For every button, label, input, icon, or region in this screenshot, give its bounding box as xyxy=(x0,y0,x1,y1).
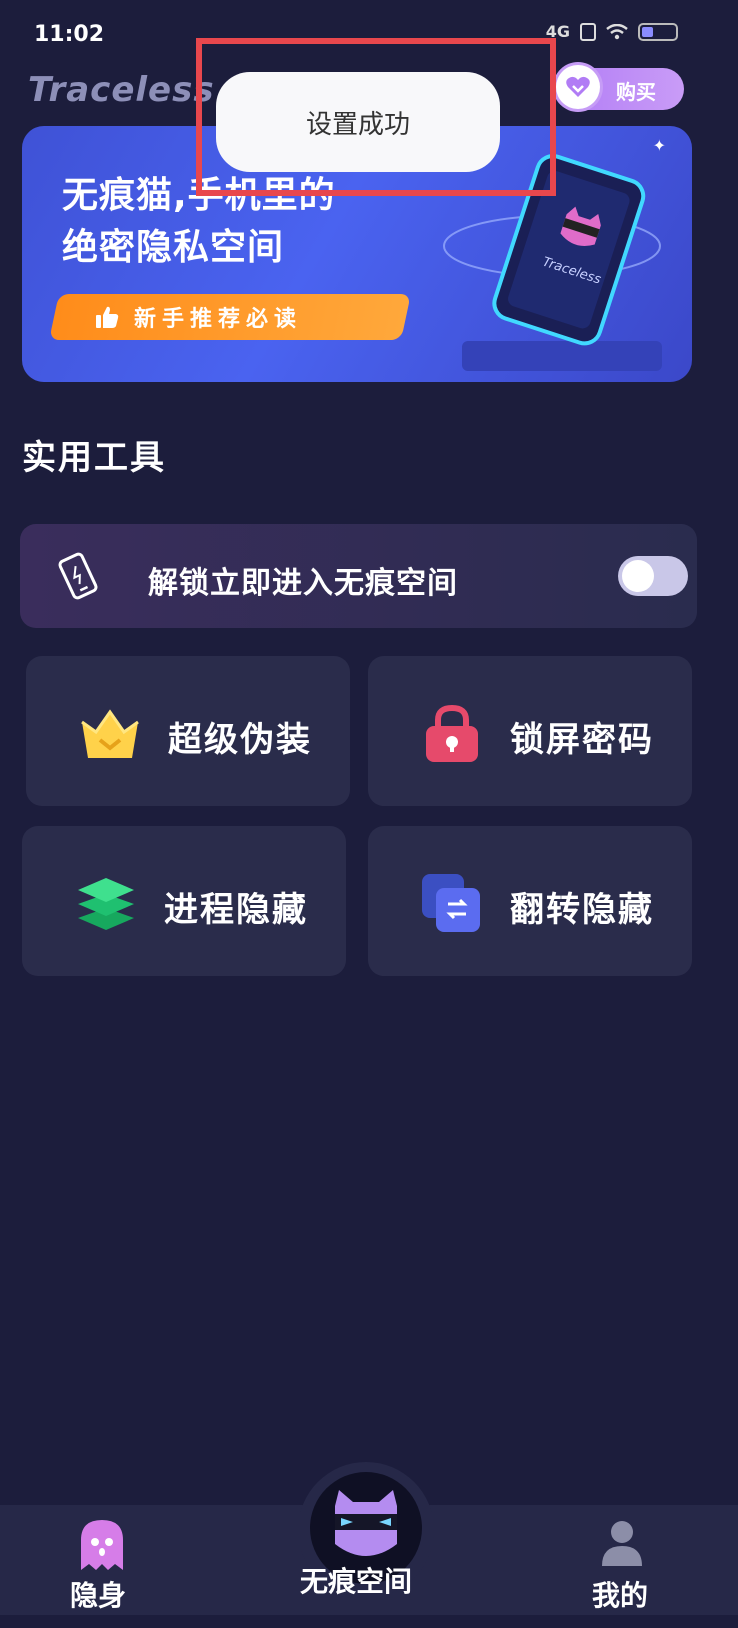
battery-icon xyxy=(638,22,678,41)
nav-label-mine: 我的 xyxy=(592,1579,649,1612)
heart-icon xyxy=(556,65,600,109)
lockscreen-password-label: 锁屏密码 xyxy=(510,720,654,760)
highlight-box xyxy=(196,38,556,196)
lockscreen-password-card[interactable]: 锁屏密码 xyxy=(368,656,692,806)
app-title: Traceless xyxy=(28,70,215,110)
banner-title-line2: 绝密隐私空间 xyxy=(62,227,285,268)
unlock-enter-space-toggle[interactable] xyxy=(618,556,688,596)
nav-label-traceless-space: 无痕空间 xyxy=(300,1565,413,1598)
nav-item-mine[interactable]: 我的 xyxy=(574,1518,670,1628)
cat-mask-icon xyxy=(335,1490,397,1556)
super-disguise-label: 超级伪装 xyxy=(168,720,312,760)
status-time: 11:02 xyxy=(34,22,105,47)
crown-icon xyxy=(81,709,139,758)
lock-icon xyxy=(426,704,478,762)
section-title: 实用工具 xyxy=(22,438,166,478)
layers-icon xyxy=(78,878,134,930)
nav-item-stealth[interactable]: 隐身 xyxy=(54,1518,150,1628)
flip-hide-card[interactable]: 翻转隐藏 xyxy=(368,826,692,976)
nav-item-traceless-space[interactable]: 无痕空间 xyxy=(290,1472,450,1598)
unlock-enter-space-label: 解锁立即进入无痕空间 xyxy=(148,566,458,601)
buy-label: 购买 xyxy=(616,80,656,104)
process-hide-label: 进程隐藏 xyxy=(164,890,308,930)
unlock-enter-space-row: 解锁立即进入无痕空间 xyxy=(20,524,697,628)
wifi-icon xyxy=(606,23,628,39)
flip-hide-label: 翻转隐藏 xyxy=(510,890,654,930)
thumbs-up-icon xyxy=(96,306,119,328)
notification-icon xyxy=(580,22,596,41)
ghost-icon xyxy=(81,1520,123,1570)
flip-icon xyxy=(422,874,480,932)
nav-label-stealth: 隐身 xyxy=(70,1579,127,1612)
buy-button[interactable]: 购买 xyxy=(556,65,684,110)
beginner-guide-label: 新手推荐必读 xyxy=(134,307,303,332)
status-icons: 4G xyxy=(546,22,678,41)
phone-icon xyxy=(58,552,98,600)
super-disguise-card[interactable]: 超级伪装 xyxy=(26,656,350,806)
process-hide-card[interactable]: 进程隐藏 xyxy=(22,826,346,976)
user-icon xyxy=(602,1521,642,1566)
beginner-guide-button[interactable]: 新手推荐必读 xyxy=(49,294,411,340)
